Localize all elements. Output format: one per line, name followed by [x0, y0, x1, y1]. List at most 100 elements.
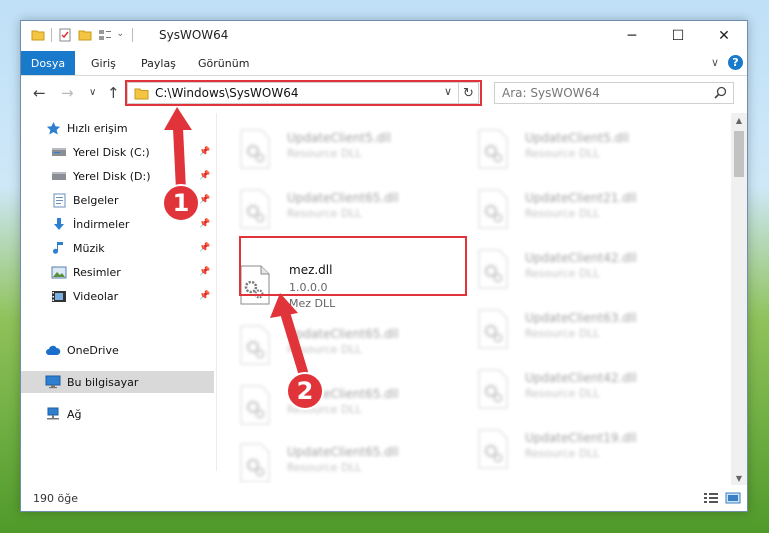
nav-item-music[interactable]: Müzik 📌: [21, 237, 214, 259]
pin-icon[interactable]: 📌: [199, 171, 210, 181]
title-bar: SysWOW64 ─ ☐ ✕: [21, 21, 747, 51]
search-input[interactable]: Ara: SysWOW64: [494, 82, 734, 104]
drive-icon: [51, 144, 67, 160]
dll-file-icon: [478, 189, 508, 229]
nav-quick-access[interactable]: Hızlı erişim: [21, 117, 214, 139]
nav-label: Resimler: [73, 265, 121, 279]
file-type: Resource DLL: [287, 461, 362, 474]
file-tile[interactable]: UpdateClient21.dll Resource DLL: [459, 183, 685, 235]
tiles-view-icon[interactable]: [725, 492, 741, 504]
file-type: Resource DLL: [287, 147, 362, 160]
pin-icon[interactable]: 📌: [199, 195, 210, 205]
close-button[interactable]: ✕: [701, 21, 747, 51]
file-type: Mez DLL: [289, 297, 336, 310]
address-highlight-box: [125, 80, 482, 106]
pin-icon[interactable]: 📌: [199, 219, 210, 229]
nav-label: Videolar: [73, 289, 119, 303]
nav-label: Yerel Disk (D:): [73, 169, 151, 183]
tab-share[interactable]: Paylaş: [141, 51, 176, 75]
file-tile[interactable]: UpdateClient5.dll Resource DLL: [221, 123, 447, 175]
dll-file-icon: [478, 129, 508, 169]
pictures-icon: [51, 264, 67, 280]
forward-button[interactable]: →: [61, 84, 74, 102]
folder-icon: [31, 30, 45, 41]
nav-label: Yerel Disk (C:): [73, 145, 150, 159]
computer-icon: [45, 374, 61, 390]
up-button[interactable]: ↑: [107, 84, 120, 102]
downloads-icon: [51, 216, 67, 232]
help-button[interactable]: ?: [728, 55, 743, 70]
file-tile[interactable]: UpdateClient19.dll Resource DLL: [459, 423, 685, 475]
dll-file-icon: [240, 385, 270, 425]
status-bar: 190 öğe: [21, 487, 747, 511]
nav-onedrive[interactable]: OneDrive: [21, 339, 214, 361]
search-placeholder: Ara: SysWOW64: [502, 86, 600, 100]
minimize-button[interactable]: ─: [609, 21, 655, 51]
scroll-thumb[interactable]: [734, 131, 744, 177]
file-name: UpdateClient42.dll: [525, 371, 637, 385]
properties-icon[interactable]: [58, 28, 72, 42]
file-type: Resource DLL: [525, 267, 600, 280]
scroll-down-icon[interactable]: ▼: [731, 471, 747, 485]
file-name: UpdateClient65.dll: [287, 327, 399, 341]
details-view-icon[interactable]: [703, 492, 719, 504]
file-name: UpdateClient5.dll: [525, 131, 629, 145]
expand-ribbon-icon[interactable]: ∨: [711, 56, 719, 69]
dll-file-icon: [478, 309, 508, 349]
nav-this-pc[interactable]: Bu bilgisayar: [21, 371, 214, 393]
recent-locations-button[interactable]: ∨: [89, 87, 96, 98]
toolbar-separator: [51, 28, 52, 42]
maximize-button[interactable]: ☐: [655, 21, 701, 51]
nav-label: Belgeler: [73, 193, 119, 207]
file-tile[interactable]: UpdateClient5.dll Resource DLL: [459, 123, 685, 175]
nav-network[interactable]: Ağ: [21, 403, 214, 425]
dll-file-icon: [240, 443, 270, 483]
nav-item-drive-c[interactable]: Yerel Disk (C:) 📌: [21, 141, 214, 163]
nav-item-videos[interactable]: Videolar 📌: [21, 285, 214, 307]
file-name: UpdateClient42.dll: [525, 251, 637, 265]
file-tile[interactable]: UpdateClient42.dll Resource DLL: [459, 243, 685, 295]
navigation-pane: Hızlı erişim Yerel Disk (C:) 📌 Yerel Dis…: [21, 113, 216, 483]
dll-file-icon: [240, 325, 270, 365]
tab-home[interactable]: Giriş: [91, 51, 116, 75]
pin-icon[interactable]: 📌: [199, 243, 210, 253]
nav-label: Ağ: [67, 407, 82, 421]
nav-label: OneDrive: [67, 343, 119, 357]
file-type: Resource DLL: [525, 387, 600, 400]
file-name: UpdateClient5.dll: [287, 131, 391, 145]
chevron-down-icon[interactable]: [118, 28, 126, 42]
tab-file[interactable]: Dosya: [21, 51, 75, 75]
vertical-scrollbar[interactable]: ▲ ▼: [731, 113, 747, 485]
new-folder-icon[interactable]: [78, 28, 92, 42]
nav-label: Bu bilgisayar: [67, 375, 139, 389]
scroll-up-icon[interactable]: ▲: [731, 113, 747, 127]
file-tile[interactable]: UpdateClient63.dll Resource DLL: [459, 303, 685, 355]
back-button[interactable]: ←: [33, 84, 46, 102]
dll-file-icon: [240, 129, 270, 169]
customize-toolbar-icon[interactable]: [98, 28, 112, 42]
dll-file-icon: [478, 369, 508, 409]
quick-access-toolbar: [31, 28, 133, 42]
music-icon: [51, 240, 67, 256]
documents-icon: [51, 192, 67, 208]
network-icon: [45, 406, 61, 422]
nav-label: İndirmeler: [73, 217, 130, 231]
file-highlight-box: [239, 236, 467, 296]
file-tile[interactable]: UpdateClient65.dll Resource DLL: [221, 379, 447, 431]
file-tile[interactable]: UpdateClient65.dll Resource DLL: [221, 183, 447, 235]
file-type: Resource DLL: [525, 207, 600, 220]
file-list: UpdateClient5.dll Resource DLL UpdateCli…: [217, 113, 732, 483]
tab-view[interactable]: Görünüm: [198, 51, 249, 75]
file-tile[interactable]: UpdateClient65.dll Resource DLL: [221, 437, 447, 483]
dll-file-icon: [478, 249, 508, 289]
nav-item-pictures[interactable]: Resimler 📌: [21, 261, 214, 283]
videos-icon: [51, 288, 67, 304]
star-icon: [45, 120, 61, 136]
pin-icon[interactable]: 📌: [199, 147, 210, 157]
search-icon: [714, 86, 727, 99]
pin-icon[interactable]: 📌: [199, 267, 210, 277]
file-tile[interactable]: UpdateClient65.dll Resource DLL: [221, 319, 447, 371]
pin-icon[interactable]: 📌: [199, 291, 210, 301]
file-tile[interactable]: UpdateClient42.dll Resource DLL: [459, 363, 685, 415]
nav-label: Müzik: [73, 241, 105, 255]
